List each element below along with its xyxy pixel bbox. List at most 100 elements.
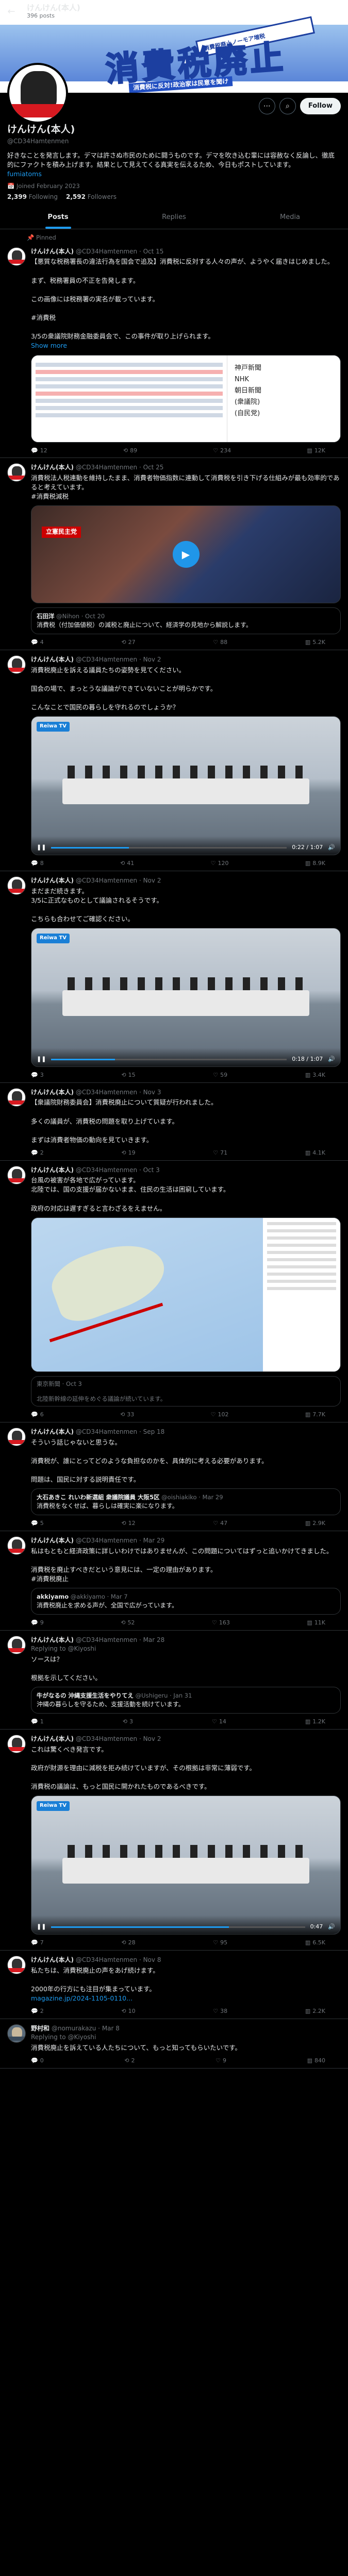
follow-button[interactable]: Follow <box>300 98 341 114</box>
tweet-video[interactable]: Reiwa TV ❚❚ 0:18 / 1:07 🔊 <box>31 928 341 1067</box>
like-button[interactable]: ♡ 120 <box>211 859 229 868</box>
reply-button[interactable]: 💬 3 <box>31 1071 44 1079</box>
quoted-tweet[interactable]: akkiyamo @akkiyamo · Mar 7 消費税廃止を求める声が、全… <box>31 1588 341 1615</box>
pause-icon[interactable]: ❚❚ <box>37 1055 46 1063</box>
reply-button[interactable]: 💬 4 <box>31 638 44 647</box>
following-stat[interactable]: 2,399 Following <box>7 193 58 201</box>
reply-button[interactable]: 💬 2 <box>31 2007 44 2015</box>
tweet-link[interactable]: magazine.jp/2024-1105-0110... <box>31 1994 341 2003</box>
tweet-video[interactable]: 立憲民主党 ▶ <box>31 505 341 604</box>
tab-replies[interactable]: Replies <box>116 207 232 229</box>
views-button[interactable]: ▥ 5.2K <box>305 638 325 647</box>
views-button[interactable]: ▥ 840 <box>307 2057 325 2065</box>
avatar[interactable] <box>7 247 26 266</box>
tweet-image[interactable]: 神戸新聞 NHK 朝日新聞 (衆議院) (自民党) <box>31 354 341 443</box>
retweet-button[interactable]: ⟲ 15 <box>121 1071 135 1079</box>
tweet[interactable]: けんけん(本人) @CD34Hamtenmen · Oct 25 消費税法人税連… <box>0 458 348 651</box>
avatar[interactable] <box>7 1735 26 1754</box>
volume-icon[interactable]: 🔊 <box>328 1923 335 1931</box>
views-button[interactable]: ▥ 4.1K <box>305 1149 325 1157</box>
replying-to[interactable]: Replying to @Kiyoshi <box>31 2033 341 2042</box>
avatar[interactable] <box>7 1088 26 1107</box>
volume-icon[interactable]: 🔊 <box>328 843 335 852</box>
like-button[interactable]: ♡ 47 <box>213 1519 227 1528</box>
retweet-button[interactable]: ⟲ 41 <box>120 859 134 868</box>
retweet-button[interactable]: ⟲ 19 <box>121 1149 135 1157</box>
search-icon[interactable]: ⌕ <box>279 98 296 114</box>
tweet[interactable]: けんけん(本人) @CD34Hamtenmen · Mar 29 私はもともと経… <box>0 1531 348 1631</box>
views-button[interactable]: ▥ 12K <box>307 447 325 455</box>
followers-stat[interactable]: 2,592 Followers <box>66 193 117 201</box>
tweet-video[interactable]: Reiwa TV ❚❚ 0:47 🔊 <box>31 1795 341 1935</box>
quoted-tweet[interactable]: 大石あきこ れいわ新選組 衆議院議員 大阪5区 @oishiakiko · Ma… <box>31 1488 341 1516</box>
like-button[interactable]: ♡ 71 <box>213 1149 227 1157</box>
progress-bar[interactable] <box>51 1926 305 1928</box>
tweet[interactable]: けんけん(本人) @CD34Hamtenmen · Nov 3 【衆議院財務委員… <box>0 1083 348 1161</box>
reply-button[interactable]: 💬 5 <box>31 1519 44 1528</box>
views-button[interactable]: ▥ 1.2K <box>305 1718 325 1726</box>
avatar[interactable] <box>7 876 26 895</box>
avatar[interactable] <box>7 655 26 674</box>
retweet-button[interactable]: ⟲ 33 <box>120 1411 134 1419</box>
volume-icon[interactable]: 🔊 <box>328 1055 335 1063</box>
quoted-tweet[interactable]: 牛がなるの 沖縄支援生活をやりてえ @Ushigeru · Jan 31 沖縄の… <box>31 1687 341 1714</box>
avatar[interactable] <box>7 2024 26 2043</box>
views-button[interactable]: ▥ 7.7K <box>305 1411 325 1419</box>
avatar[interactable] <box>7 1636 26 1655</box>
profile-avatar[interactable] <box>7 63 68 124</box>
pause-icon[interactable]: ❚❚ <box>37 1923 46 1931</box>
tab-posts[interactable]: Posts <box>0 207 116 229</box>
tweet[interactable]: けんけん(本人) @CD34Hamtenmen · Nov 2 消費税廃止を訴え… <box>0 650 348 872</box>
retweet-button[interactable]: ⟲ 89 <box>123 447 137 455</box>
like-button[interactable]: ♡ 9 <box>216 2057 226 2065</box>
tweet-image[interactable] <box>31 1217 341 1372</box>
tweet[interactable]: けんけん(本人) @CD34Hamtenmen · Oct 15 【悪質な税務署… <box>0 242 348 459</box>
tweet[interactable]: けんけん(本人) @CD34Hamtenmen · Nov 2 これは驚くべき発… <box>0 1730 348 1951</box>
reply-button[interactable]: 💬 6 <box>31 1411 44 1419</box>
quoted-tweet[interactable]: 石田洋 @Nihon · Oct 20 消費税（付加価値税）の減税と廃止について… <box>31 607 341 635</box>
views-button[interactable]: ▥ 11K <box>307 1619 325 1627</box>
like-button[interactable]: ♡ 234 <box>213 447 231 455</box>
reply-button[interactable]: 💬 8 <box>31 859 44 868</box>
like-button[interactable]: ♡ 163 <box>212 1619 230 1627</box>
tweet[interactable]: けんけん(本人) @CD34Hamtenmen · Sep 18 そういう話じゃ… <box>0 1422 348 1532</box>
profile-link[interactable]: fumiatoms <box>7 170 341 179</box>
show-more-link[interactable]: Show more <box>31 341 341 350</box>
retweet-button[interactable]: ⟲ 52 <box>121 1619 135 1627</box>
replying-to[interactable]: Replying to @Kiyoshi <box>31 1645 341 1653</box>
like-button[interactable]: ♡ 88 <box>213 638 227 647</box>
like-button[interactable]: ♡ 59 <box>213 1071 227 1079</box>
tweet-video[interactable]: Reiwa TV ❚❚ 0:22 / 1:07 🔊 <box>31 716 341 856</box>
avatar[interactable] <box>7 1165 26 1184</box>
reply-button[interactable]: 💬 9 <box>31 1619 44 1627</box>
pause-icon[interactable]: ❚❚ <box>37 843 46 852</box>
tweet[interactable]: けんけん(本人) @CD34Hamtenmen · Oct 3 台風の被害が各地… <box>0 1161 348 1423</box>
like-button[interactable]: ♡ 102 <box>211 1411 229 1419</box>
play-icon[interactable]: ▶ <box>172 541 200 568</box>
views-button[interactable]: ▥ 8.9K <box>305 859 325 868</box>
like-button[interactable]: ♡ 95 <box>213 1939 227 1947</box>
back-arrow-icon[interactable]: ← <box>5 5 18 19</box>
reply-button[interactable]: 💬 7 <box>31 1939 44 1947</box>
tweet[interactable]: けんけん(本人) @CD34Hamtenmen · Mar 28 Replyin… <box>0 1631 348 1730</box>
retweet-button[interactable]: ⟲ 2 <box>124 2057 135 2065</box>
tweet[interactable]: けんけん(本人) @CD34Hamtenmen · Nov 8 私たちは、消費税… <box>0 1951 348 2019</box>
like-button[interactable]: ♡ 38 <box>213 2007 227 2015</box>
more-icon[interactable]: ⋯ <box>258 98 275 114</box>
views-button[interactable]: ▥ 6.5K <box>305 1939 325 1947</box>
views-button[interactable]: ▥ 3.4K <box>305 1071 325 1079</box>
link-card[interactable]: 東京新聞 · Oct 3 北陸新幹線の延伸をめぐる議論が続いています。 <box>31 1376 341 1407</box>
avatar[interactable] <box>7 463 26 482</box>
reply-button[interactable]: 💬 12 <box>31 447 47 455</box>
tweet[interactable]: 野村和 @nomurakazu · Mar 8 Replying to @Kiy… <box>0 2019 348 2069</box>
avatar[interactable] <box>7 1956 26 1975</box>
avatar[interactable] <box>7 1536 26 1555</box>
reply-button[interactable]: 💬 2 <box>31 1149 44 1157</box>
retweet-button[interactable]: ⟲ 3 <box>123 1718 133 1726</box>
like-button[interactable]: ♡ 14 <box>212 1718 226 1726</box>
avatar[interactable] <box>7 1428 26 1447</box>
retweet-button[interactable]: ⟲ 27 <box>121 638 135 647</box>
progress-bar[interactable] <box>51 1059 287 1061</box>
views-button[interactable]: ▥ 2.2K <box>305 2007 325 2015</box>
reply-button[interactable]: 💬 0 <box>31 2057 44 2065</box>
